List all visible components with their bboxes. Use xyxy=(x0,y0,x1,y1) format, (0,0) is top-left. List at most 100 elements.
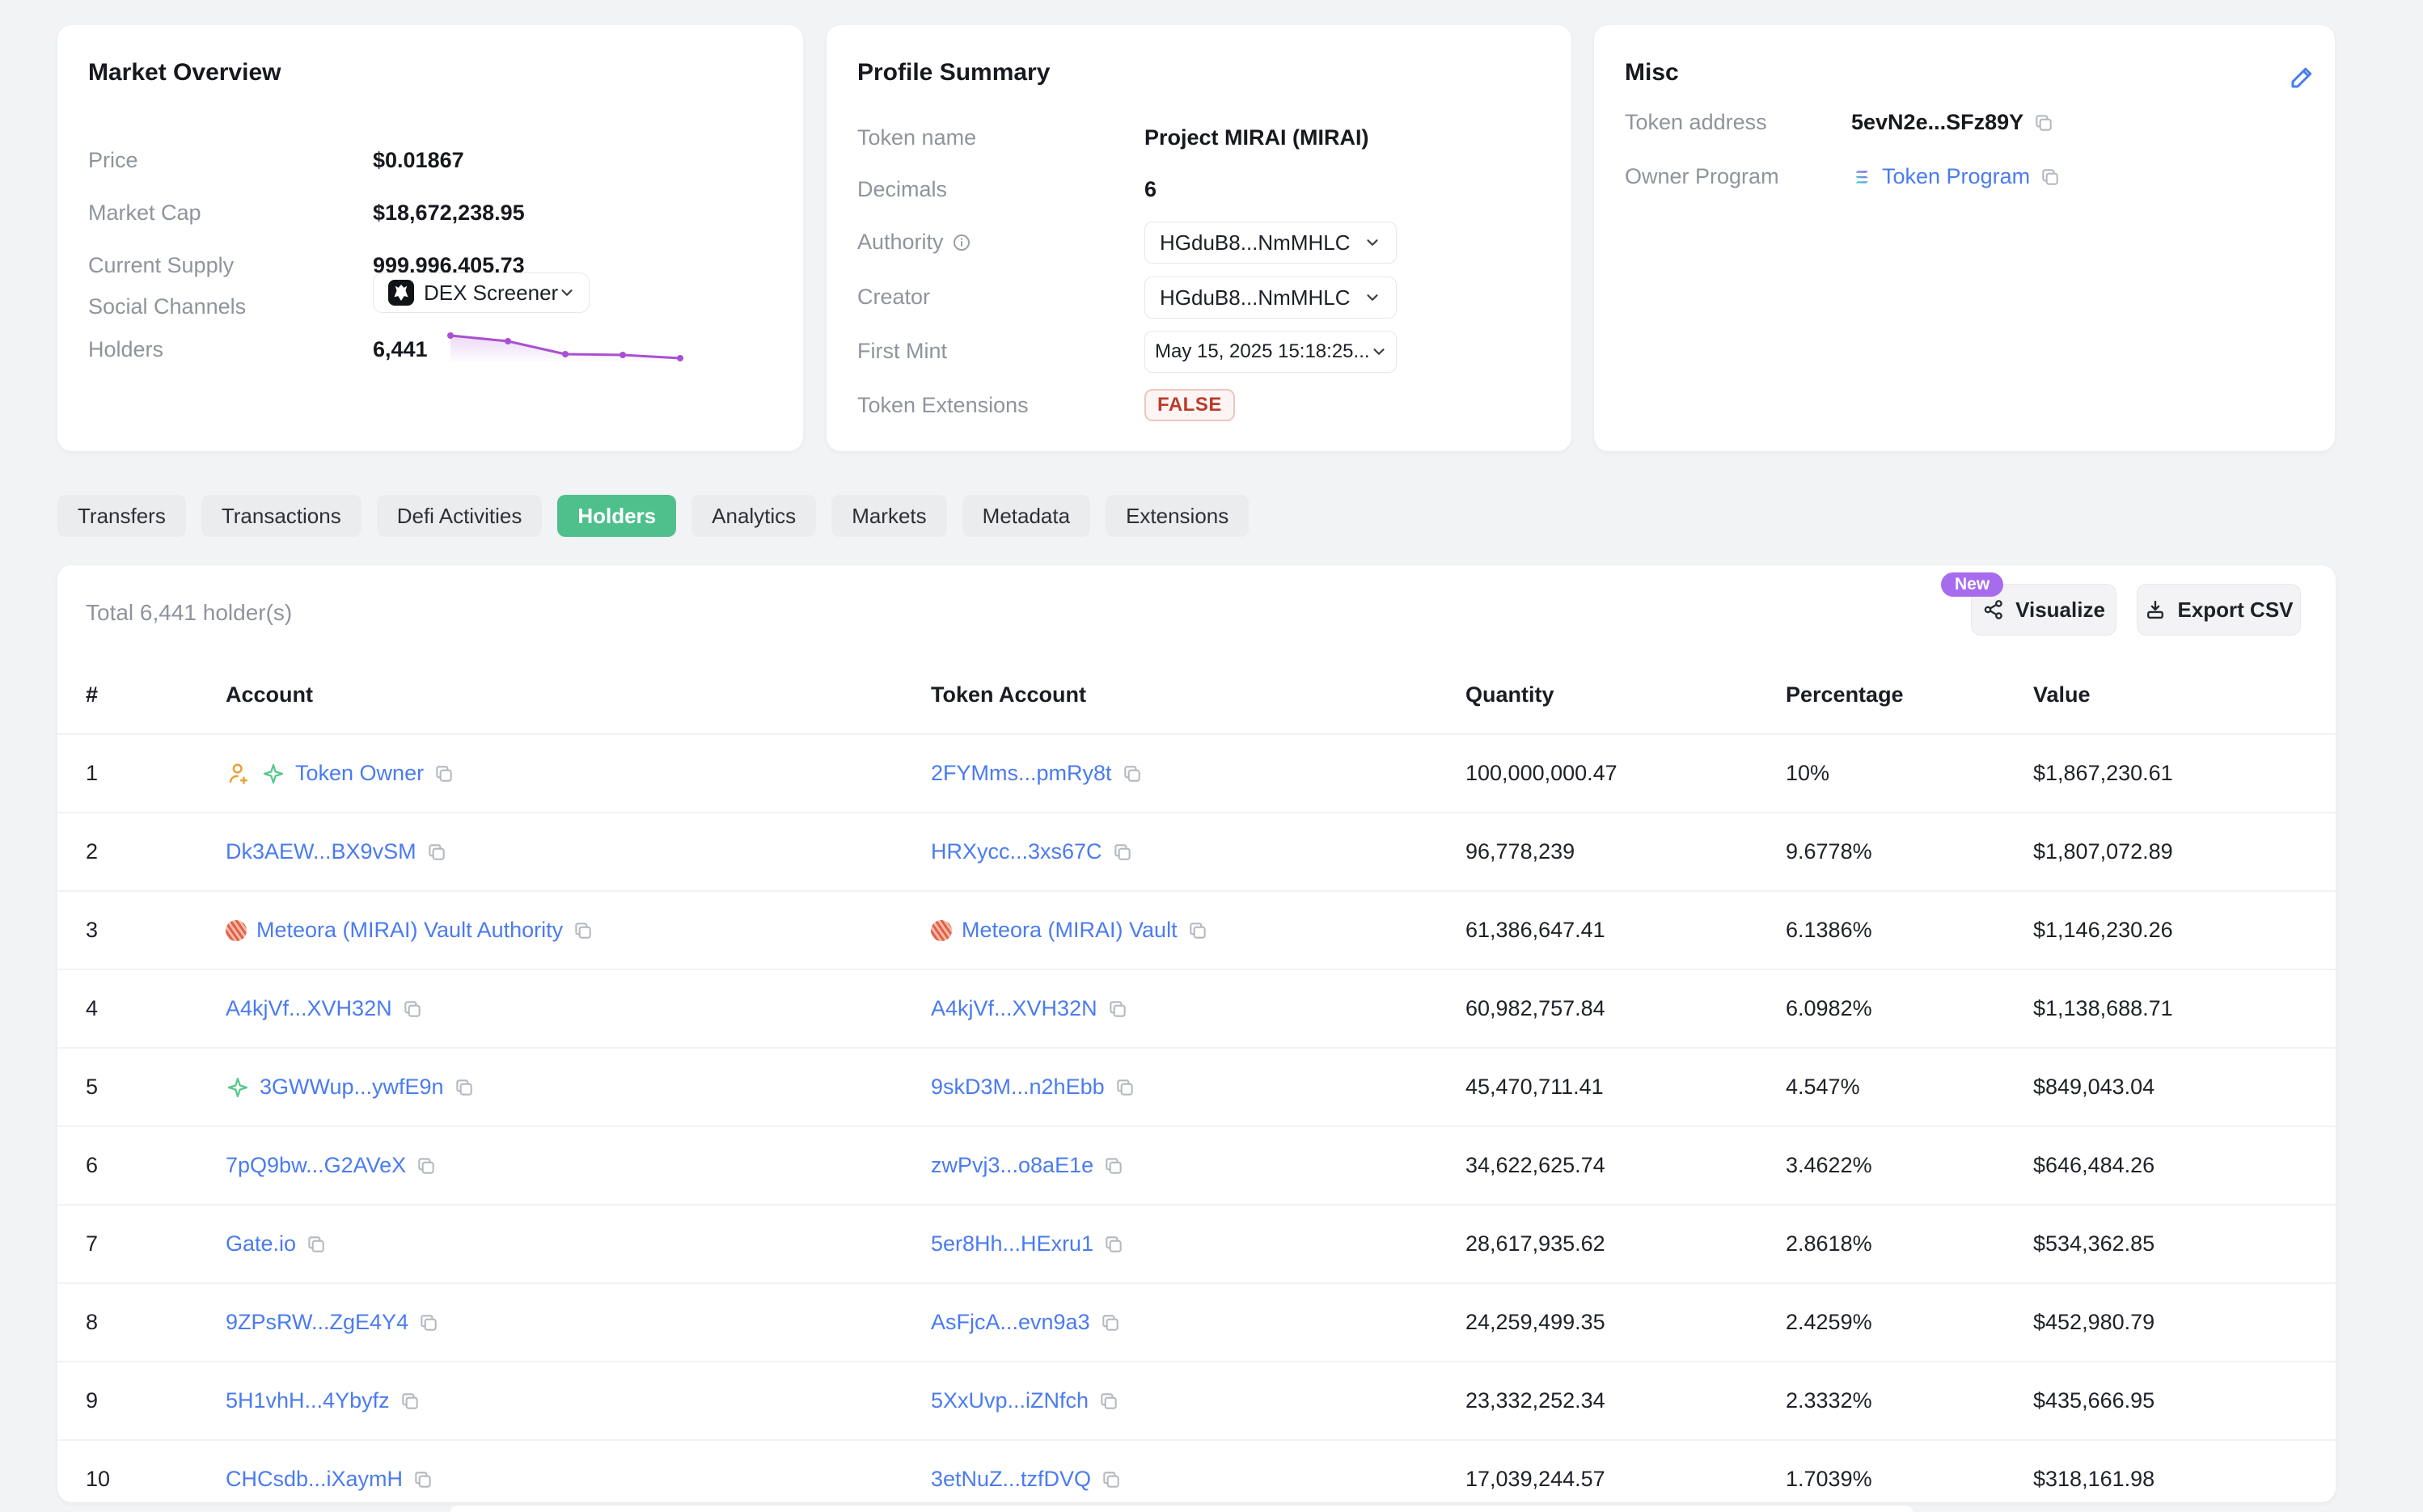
first-mint-label: First Mint xyxy=(857,339,947,364)
tab-defi-activities[interactable]: Defi Activities xyxy=(377,495,543,537)
cell-token-account-link[interactable]: AsFjcA...evn9a3 xyxy=(931,1310,1090,1335)
copy-icon[interactable] xyxy=(402,999,423,1020)
chevron-down-icon xyxy=(558,284,576,302)
export-csv-button[interactable]: Export CSV xyxy=(2137,584,2301,636)
authority-label: Authority xyxy=(857,230,971,255)
copy-icon[interactable] xyxy=(1187,920,1208,941)
cell-account-link[interactable]: A4kjVf...XVH32N xyxy=(226,996,392,1021)
edit-pencil-icon[interactable] xyxy=(2288,62,2317,91)
creator-dropdown[interactable]: HGduB8...NmMHLC xyxy=(1144,277,1397,319)
cell-percentage: 2.3332% xyxy=(1786,1362,1872,1439)
info-icon[interactable] xyxy=(952,233,971,252)
cell-account-link[interactable]: 5H1vhH...4Ybyfz xyxy=(226,1388,390,1413)
cell-rank: 7 xyxy=(86,1206,98,1282)
cell-token-account-link[interactable]: 9skD3M...n2hEbb xyxy=(931,1075,1105,1100)
copy-icon[interactable] xyxy=(1100,1312,1121,1333)
cell-account-link[interactable]: CHCsdb...iXaymH xyxy=(226,1467,403,1492)
cell-account-link[interactable]: Token Owner xyxy=(295,761,424,786)
cell-token-account-link[interactable]: HRXycc...3xs67C xyxy=(931,839,1102,864)
copy-icon[interactable] xyxy=(1114,1077,1135,1098)
table-row: 67pQ9bw...G2AVeXzwPvj3...o8aE1e34,622,62… xyxy=(57,1127,2336,1206)
cell-percentage: 2.8618% xyxy=(1786,1206,1872,1282)
cell-percentage: 10% xyxy=(1786,735,1829,812)
social-channels-dropdown[interactable]: DEX Screener xyxy=(373,272,590,313)
copy-icon[interactable] xyxy=(2033,112,2054,133)
cell-percentage: 4.547% xyxy=(1786,1049,1860,1126)
sparkle-icon xyxy=(261,762,285,786)
tab-transactions[interactable]: Transactions xyxy=(201,495,362,537)
tab-holders[interactable]: Holders xyxy=(557,495,676,537)
copy-icon[interactable] xyxy=(418,1312,439,1333)
cell-token-account: 3etNuZ...tzfDVQ xyxy=(931,1441,1122,1502)
copy-icon[interactable] xyxy=(2040,167,2061,188)
copy-icon[interactable] xyxy=(433,763,455,784)
misc-card: Misc Token address 5evN2e...SFz89Y Owner… xyxy=(1594,25,2335,451)
copy-icon[interactable] xyxy=(1112,842,1133,863)
copy-icon[interactable] xyxy=(1103,1234,1124,1255)
copy-icon[interactable] xyxy=(416,1155,437,1176)
holders-panel-card: Total 6,441 holder(s) New Visualize Expo… xyxy=(57,565,2336,1502)
col-value: Value xyxy=(2033,682,2091,707)
cell-account-link[interactable]: 7pQ9bw...G2AVeX xyxy=(226,1153,406,1178)
copy-icon[interactable] xyxy=(1103,1155,1124,1176)
cell-token-account-link[interactable]: 5er8Hh...HExru1 xyxy=(931,1231,1093,1256)
holders-label: Holders xyxy=(88,337,163,362)
cell-account-link[interactable]: Meteora (MIRAI) Vault Authority xyxy=(256,918,563,943)
cell-account-link[interactable]: 3GWWup...ywfE9n xyxy=(260,1075,444,1100)
cell-token-account-link[interactable]: Meteora (MIRAI) Vault xyxy=(962,918,1178,943)
first-mint-value: May 15, 2025 15:18:25... xyxy=(1155,340,1370,363)
market-overview-title: Market Overview xyxy=(88,59,281,87)
copy-icon[interactable] xyxy=(1107,999,1128,1020)
copy-icon[interactable] xyxy=(426,842,447,863)
token-page: Market Overview Price $0.01867 Market Ca… xyxy=(0,0,2423,1512)
cell-account: 3GWWup...ywfE9n xyxy=(226,1049,475,1126)
cell-rank: 8 xyxy=(86,1284,98,1361)
col-rank: # xyxy=(86,682,98,707)
tab-transfers[interactable]: Transfers xyxy=(57,495,186,537)
chevron-down-icon xyxy=(1364,289,1381,306)
cell-token-account-link[interactable]: A4kjVf...XVH32N xyxy=(931,996,1097,1021)
cell-token-account-link[interactable]: 3etNuZ...tzfDVQ xyxy=(931,1467,1091,1492)
cell-quantity: 34,622,625.74 xyxy=(1465,1127,1605,1204)
tab-markets[interactable]: Markets xyxy=(831,495,946,537)
cell-token-account-link[interactable]: 2FYMms...pmRy8t xyxy=(931,761,1112,786)
tab-metadata[interactable]: Metadata xyxy=(962,495,1090,537)
owner-program-link[interactable]: Token Program xyxy=(1882,164,2030,189)
cell-value: $534,362.85 xyxy=(2033,1206,2154,1282)
cell-percentage: 9.6778% xyxy=(1786,813,1872,890)
copy-icon[interactable] xyxy=(454,1077,475,1098)
cell-account-link[interactable]: 9ZPsRW...ZgE4Y4 xyxy=(226,1310,408,1335)
authority-dropdown[interactable]: HGduB8...NmMHLC xyxy=(1144,222,1397,264)
copy-icon[interactable] xyxy=(1122,763,1143,784)
copy-icon[interactable] xyxy=(573,920,594,941)
meteora-icon xyxy=(931,920,952,941)
cell-token-account: Meteora (MIRAI) Vault xyxy=(931,892,1208,969)
authority-value: HGduB8...NmMHLC xyxy=(1160,230,1351,256)
total-holders-label: Total 6,441 holder(s) xyxy=(86,600,292,626)
creator-value: HGduB8...NmMHLC xyxy=(1160,285,1351,310)
cell-quantity: 45,470,711.41 xyxy=(1465,1049,1604,1126)
cell-quantity: 28,617,935.62 xyxy=(1465,1206,1605,1282)
profile-summary-card: Profile Summary Token name Project MIRAI… xyxy=(827,25,1571,451)
cell-account: 5H1vhH...4Ybyfz xyxy=(226,1362,421,1439)
holders-count: 6,441 xyxy=(373,337,428,362)
cell-value: $849,043.04 xyxy=(2033,1049,2154,1126)
cell-account-link[interactable]: Dk3AEW...BX9vSM xyxy=(226,839,417,864)
copy-icon[interactable] xyxy=(1098,1391,1119,1412)
tab-analytics[interactable]: Analytics xyxy=(691,495,816,537)
cell-token-account-link[interactable]: 5XxUvp...iZNfch xyxy=(931,1388,1089,1413)
cell-token-account-link[interactable]: zwPvj3...o8aE1e xyxy=(931,1153,1093,1178)
copy-icon[interactable] xyxy=(1101,1469,1122,1490)
tab-extensions[interactable]: Extensions xyxy=(1106,495,1249,537)
meteora-icon xyxy=(226,920,247,941)
cell-account-link[interactable]: Gate.io xyxy=(226,1231,296,1256)
user-plus-icon xyxy=(226,761,252,787)
cell-value: $452,980.79 xyxy=(2033,1284,2154,1361)
col-account: Account xyxy=(226,682,313,707)
copy-icon[interactable] xyxy=(306,1234,327,1255)
cell-token-account: HRXycc...3xs67C xyxy=(931,813,1133,890)
copy-icon[interactable] xyxy=(412,1469,433,1490)
first-mint-dropdown[interactable]: May 15, 2025 15:18:25... xyxy=(1144,331,1397,373)
copy-icon[interactable] xyxy=(400,1391,421,1412)
download-icon xyxy=(2144,598,2167,621)
